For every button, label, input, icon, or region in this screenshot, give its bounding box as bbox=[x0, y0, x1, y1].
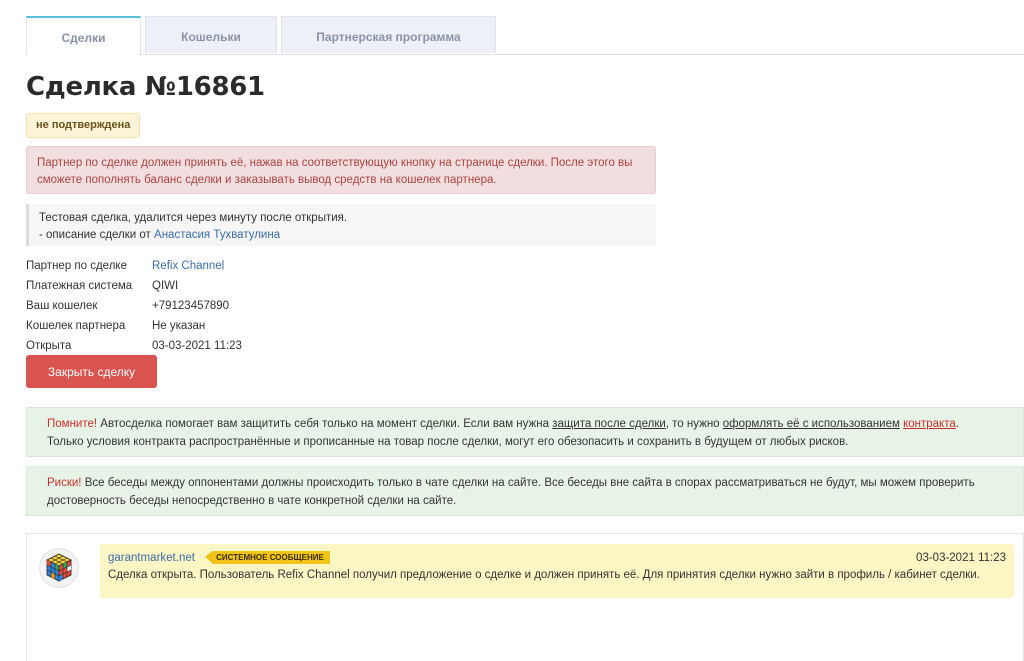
info-value: 03-03-2021 11:23 bbox=[152, 340, 242, 352]
deal-chat: garantmarket.net СИСТЕМНОЕ СООБЩЕНИЕ 03-… bbox=[26, 533, 1024, 661]
remember-alert: Помните! Автосделка помогает вам защитит… bbox=[26, 407, 1024, 457]
message-time: 03-03-2021 11:23 bbox=[916, 552, 1006, 564]
info-label: Ваш кошелек bbox=[26, 300, 98, 312]
tab-partner-program[interactable]: Партнерская программа bbox=[281, 16, 496, 53]
message-header: garantmarket.net СИСТЕМНОЕ СООБЩЕНИЕ bbox=[108, 550, 1006, 567]
sender-link[interactable]: garantmarket.net bbox=[108, 552, 195, 564]
contract-link[interactable]: контракта bbox=[903, 418, 956, 430]
remember-text-1: Автосделка помогает вам защитить себя то… bbox=[97, 418, 553, 430]
deal-info: Партнер по сделке Refix Channel Платежна… bbox=[26, 256, 242, 356]
remember-line-2: Только условия контракта распространённы… bbox=[47, 436, 849, 448]
partner-accept-alert: Партнер по сделке должен принять её, наж… bbox=[26, 146, 656, 194]
info-label: Открыта bbox=[26, 340, 72, 352]
deal-description: Тестовая сделка, удалится через минуту п… bbox=[26, 204, 656, 246]
info-label: Кошелек партнера bbox=[26, 320, 126, 332]
risks-alert: Риски! Все беседы между оппонентами долж… bbox=[26, 466, 1024, 516]
remember-text-4: . bbox=[955, 418, 959, 430]
info-value: Не указан bbox=[152, 320, 206, 332]
partner-link[interactable]: Refix Channel bbox=[152, 256, 224, 276]
author-link[interactable]: Анастасия Тухватулина bbox=[154, 229, 280, 241]
tab-wallets[interactable]: Кошельки bbox=[145, 16, 277, 53]
message-text: Сделка открыта. Пользователь Refix Chann… bbox=[108, 569, 980, 581]
system-message: garantmarket.net СИСТЕМНОЕ СООБЩЕНИЕ 03-… bbox=[100, 544, 1014, 598]
use-contract-link[interactable]: оформлять её с использованием bbox=[723, 418, 900, 430]
status-badge: не подтверждена bbox=[26, 113, 141, 138]
description-author-prefix: - описание сделки от bbox=[39, 229, 151, 241]
info-value: +79123457890 bbox=[152, 300, 230, 312]
risks-text: Все беседы между оппонентами должны прои… bbox=[47, 477, 975, 507]
info-row-payment-system: Платежная система QIWI bbox=[26, 276, 242, 296]
description-text: Тестовая сделка, удалится через минуту п… bbox=[39, 212, 348, 224]
close-deal-button[interactable]: Закрыть сделку bbox=[26, 355, 157, 388]
tabs-divider bbox=[26, 54, 1024, 55]
risks-lead: Риски! bbox=[47, 477, 82, 489]
info-label: Партнер по сделке bbox=[26, 260, 127, 272]
remember-lead: Помните! bbox=[47, 418, 98, 430]
rubiks-cube-icon bbox=[46, 553, 72, 582]
info-value: QIWI bbox=[152, 280, 179, 292]
remember-text-2: , то нужно bbox=[665, 418, 723, 430]
system-avatar bbox=[39, 548, 79, 588]
system-message-badge: СИСТЕМНОЕ СООБЩЕНИЕ bbox=[205, 551, 330, 565]
info-label: Платежная система bbox=[26, 280, 133, 292]
description-author-line: - описание сделки от Анастасия Тухватули… bbox=[39, 227, 646, 244]
info-row-your-wallet: Ваш кошелек +79123457890 bbox=[26, 296, 242, 316]
info-row-partner-wallet: Кошелек партнера Не указан bbox=[26, 316, 242, 336]
info-row-partner: Партнер по сделке Refix Channel bbox=[26, 256, 242, 276]
protection-after-deal-link[interactable]: защита после сделки bbox=[552, 418, 666, 430]
page-title: Сделка №16861 bbox=[26, 72, 265, 102]
tab-bar: Сделки Кошельки Партнерская программа bbox=[26, 16, 500, 55]
tab-deals[interactable]: Сделки bbox=[26, 16, 141, 55]
info-row-opened: Открыта 03-03-2021 11:23 bbox=[26, 336, 242, 356]
